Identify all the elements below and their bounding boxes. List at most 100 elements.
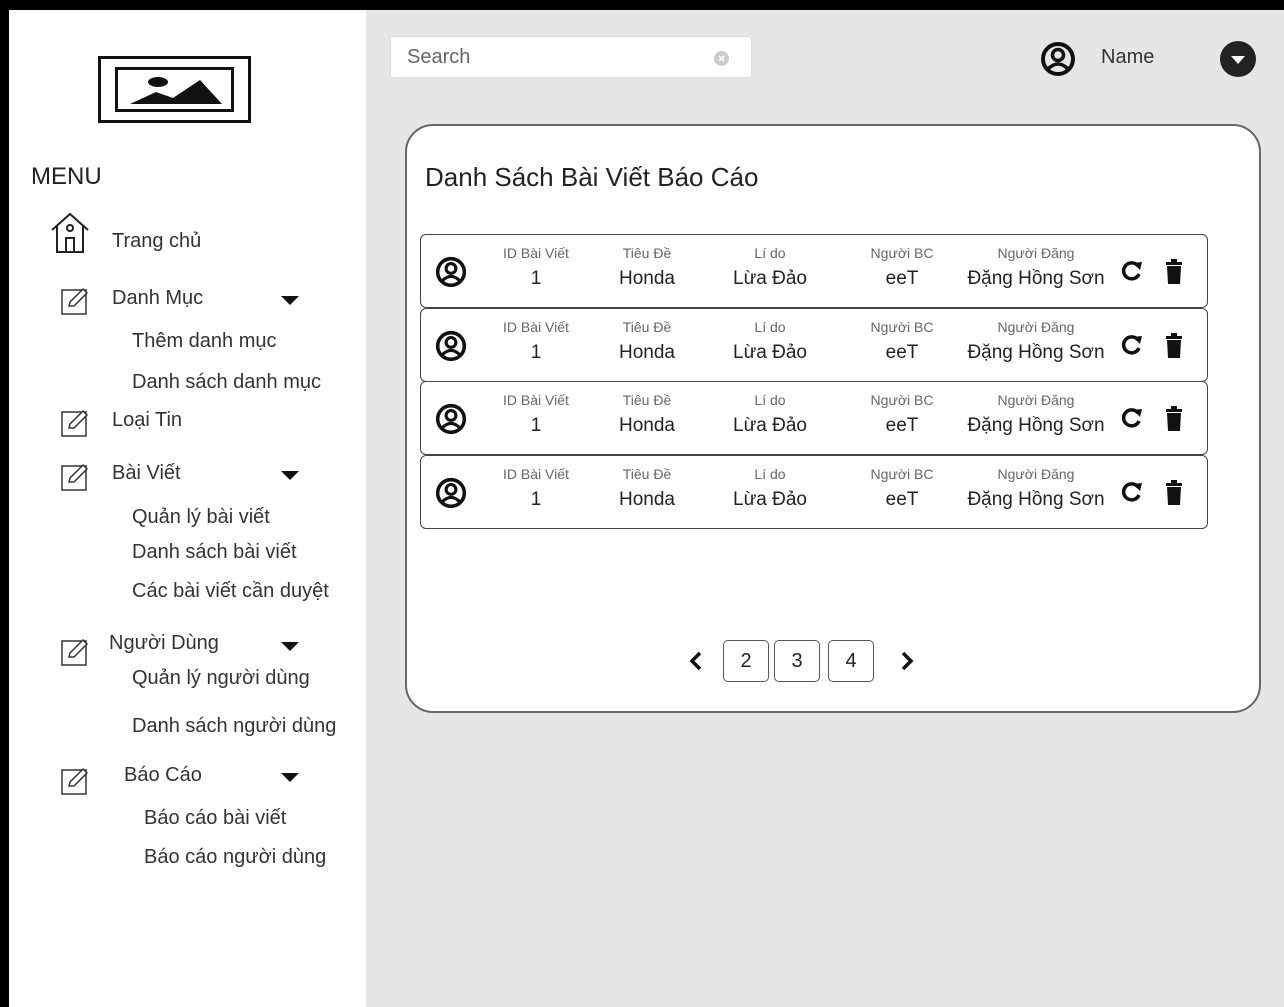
column-header: ID Bài Viết [503, 245, 569, 261]
edit-icon[interactable] [61, 637, 90, 666]
edit-icon[interactable] [61, 286, 90, 315]
page-button-4[interactable]: 4 [828, 640, 874, 682]
refresh-icon[interactable] [1121, 334, 1143, 356]
posts-chevron-down-icon[interactable] [281, 471, 299, 480]
user-avatar-icon [435, 330, 467, 362]
column-header: ID Bài Viết [503, 319, 569, 335]
nav-post-list[interactable]: Danh sách bài viết [132, 541, 297, 564]
column-header: Tiêu Đề [622, 392, 672, 408]
column-header: Người BC [870, 319, 934, 335]
user-avatar-icon [435, 256, 467, 288]
user-avatar-icon [435, 477, 467, 509]
edit-icon[interactable] [61, 462, 90, 491]
column-header: ID Bài Viết [503, 466, 569, 482]
column-header: Lí do [754, 466, 786, 482]
refresh-icon[interactable] [1121, 260, 1143, 282]
chevron-left-icon[interactable] [689, 651, 703, 671]
nav-manage-posts[interactable]: Quản lý bài viết [132, 506, 270, 529]
nav-user-list[interactable]: Danh sách người dùng [132, 715, 336, 738]
sidebar: MENU Trang chủ Danh Mục Thêm danh mục Da… [9, 10, 366, 1007]
post-id-value: 1 [530, 415, 542, 436]
nav-news-type[interactable]: Loại Tin [112, 409, 182, 432]
poster-value: Đặng Hồng Sơn [967, 415, 1105, 436]
page-title: Danh Sách Bài Viết Báo Cáo [425, 162, 759, 192]
post-title-value: Honda [619, 342, 675, 363]
reports-chevron-down-icon[interactable] [281, 773, 299, 782]
nav-category-list[interactable]: Danh sách danh mục [132, 371, 321, 394]
reporter-value: eeT [885, 415, 919, 436]
post-id-cell: ID Bài Viết 1 [481, 466, 591, 512]
poster-cell: Người Đăng Đặng Hồng Sơn [961, 466, 1111, 512]
poster-value: Đặng Hồng Sơn [967, 489, 1105, 510]
nav-user-reports[interactable]: Báo cáo người dùng [144, 846, 326, 869]
user-avatar-icon[interactable] [1040, 41, 1076, 77]
report-reason-cell: Lí do Lừa Đảo [730, 466, 810, 512]
post-title-cell: Tiêu Đề Honda [607, 245, 687, 291]
poster-value: Đặng Hồng Sơn [967, 342, 1105, 363]
post-title-cell: Tiêu Đề Honda [607, 466, 687, 512]
table-row[interactable]: ID Bài Viết 1 Tiêu Đề Honda Lí do Lừa Đảo Ngườ… [420, 308, 1208, 382]
column-header: Người BC [870, 466, 934, 482]
page-button-3[interactable]: 3 [774, 640, 820, 682]
post-title-value: Honda [619, 415, 675, 436]
column-header: Người BC [870, 245, 934, 261]
column-header: Lí do [754, 392, 786, 408]
post-title-value: Honda [619, 268, 675, 289]
column-header: Người Đăng [997, 466, 1075, 482]
categories-chevron-down-icon[interactable] [281, 296, 299, 305]
reporter-value: eeT [885, 489, 919, 510]
column-header: Lí do [754, 245, 786, 261]
app-frame: MENU Trang chủ Danh Mục Thêm danh mục Da… [9, 10, 1284, 1007]
nav-post-reports[interactable]: Báo cáo bài viết [144, 807, 286, 830]
reporter-cell: Người BC eeT [857, 466, 947, 512]
table-row[interactable]: ID Bài Viết 1 Tiêu Đề Honda Lí do Lừa Đảo Ngườ… [420, 381, 1208, 455]
reporter-value: eeT [885, 268, 919, 289]
search-bar [390, 36, 752, 78]
users-chevron-down-icon[interactable] [281, 642, 299, 651]
search-input[interactable] [407, 45, 707, 69]
post-id-value: 1 [530, 342, 542, 363]
chevron-down-icon[interactable] [1220, 41, 1256, 77]
column-header: Tiêu Đề [622, 319, 672, 335]
home-icon[interactable] [49, 210, 91, 254]
user-name[interactable]: Name [1101, 46, 1154, 69]
poster-cell: Người Đăng Đặng Hồng Sơn [961, 245, 1111, 291]
trash-icon[interactable] [1165, 259, 1183, 284]
nav-add-category[interactable]: Thêm danh mục [132, 330, 277, 353]
report-reason-value: Lừa Đảo [733, 489, 807, 510]
trash-icon[interactable] [1165, 480, 1183, 505]
page-button-2[interactable]: 2 [723, 640, 769, 682]
nav-manage-users[interactable]: Quản lý người dùng [132, 667, 310, 690]
report-reason-cell: Lí do Lừa Đảo [730, 392, 810, 438]
nav-posts[interactable]: Bài Viết [112, 462, 181, 485]
column-header: Người Đăng [997, 319, 1075, 335]
trash-icon[interactable] [1165, 406, 1183, 431]
edit-icon[interactable] [61, 408, 90, 437]
reporter-cell: Người BC eeT [857, 245, 947, 291]
post-title-cell: Tiêu Đề Honda [607, 392, 687, 438]
nav-pending-posts[interactable]: Các bài viết cần duyệt [132, 580, 329, 603]
trash-icon[interactable] [1165, 333, 1183, 358]
nav-categories[interactable]: Danh Mục [112, 287, 203, 310]
nav-reports[interactable]: Báo Cáo [124, 764, 202, 787]
column-header: Tiêu Đề [622, 466, 672, 482]
column-header: Người Đăng [997, 245, 1075, 261]
reporter-cell: Người BC eeT [857, 392, 947, 438]
menu-title: MENU [31, 163, 102, 190]
edit-icon[interactable] [61, 766, 90, 795]
refresh-icon[interactable] [1121, 481, 1143, 503]
post-title-value: Honda [619, 489, 675, 510]
nav-users[interactable]: Người Dùng [109, 632, 219, 655]
column-header: Lí do [754, 319, 786, 335]
poster-cell: Người Đăng Đặng Hồng Sơn [961, 319, 1111, 365]
table-row[interactable]: ID Bài Viết 1 Tiêu Đề Honda Lí do Lừa Đảo Ngườ… [420, 455, 1208, 529]
nav-home[interactable]: Trang chủ [112, 230, 201, 253]
column-header: Người Đăng [997, 392, 1075, 408]
refresh-icon[interactable] [1121, 407, 1143, 429]
post-title-cell: Tiêu Đề Honda [607, 319, 687, 365]
reporter-value: eeT [885, 342, 919, 363]
chevron-right-icon[interactable] [900, 651, 914, 671]
report-reason-cell: Lí do Lừa Đảo [730, 245, 810, 291]
clear-icon[interactable] [714, 51, 729, 66]
table-row[interactable]: ID Bài Viết 1 Tiêu Đề Honda Lí do Lừa Đảo Ngườ… [420, 234, 1208, 308]
